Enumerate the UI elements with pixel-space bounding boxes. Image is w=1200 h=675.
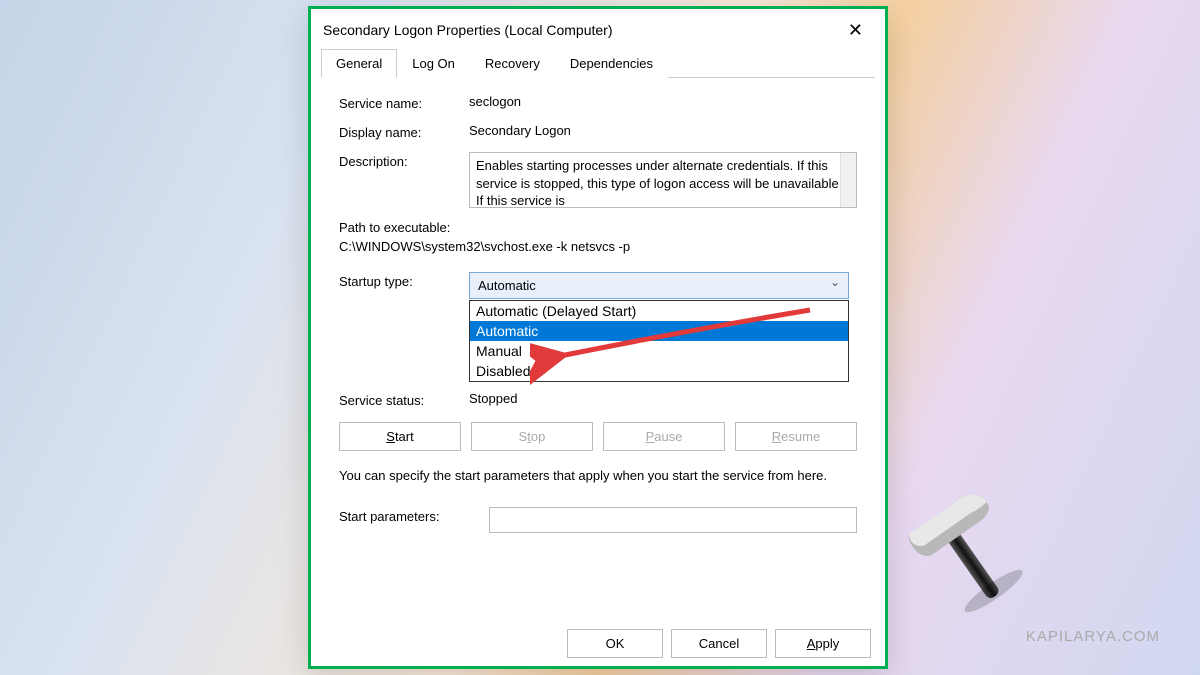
description-scrollbar[interactable] (840, 153, 856, 207)
tab-dependencies[interactable]: Dependencies (555, 49, 668, 78)
label-startup-type: Startup type: (339, 272, 469, 289)
window-title: Secondary Logon Properties (Local Comput… (323, 22, 613, 38)
start-button[interactable]: Start (339, 422, 461, 451)
stop-button[interactable]: Stop (471, 422, 593, 451)
apply-button[interactable]: Apply (775, 629, 871, 658)
resume-button[interactable]: Resume (735, 422, 857, 451)
dropdown-option-automatic[interactable]: Automatic (470, 321, 848, 341)
label-service-status: Service status: (339, 391, 469, 408)
close-icon[interactable]: ✕ (838, 17, 873, 43)
label-path: Path to executable: (339, 220, 857, 235)
titlebar: Secondary Logon Properties (Local Comput… (311, 9, 885, 49)
label-display-name: Display name: (339, 123, 469, 140)
hammer-icon (890, 475, 1040, 625)
dropdown-option-disabled[interactable]: Disabled (470, 361, 848, 381)
tab-recovery[interactable]: Recovery (470, 49, 555, 78)
tab-logon[interactable]: Log On (397, 49, 470, 78)
ok-button[interactable]: OK (567, 629, 663, 658)
label-service-name: Service name: (339, 94, 469, 111)
value-path: C:\WINDOWS\system32\svchost.exe -k netsv… (339, 239, 857, 254)
value-service-status: Stopped (469, 391, 857, 406)
description-box: Enables starting processes under alterna… (469, 152, 857, 208)
label-description: Description: (339, 152, 469, 169)
label-start-parameters: Start parameters: (339, 507, 489, 524)
tab-content: Service name: seclogon Display name: Sec… (311, 78, 885, 555)
startup-type-select[interactable]: Automatic (469, 272, 849, 299)
pause-button[interactable]: Pause (603, 422, 725, 451)
value-service-name: seclogon (469, 94, 857, 109)
dropdown-option-manual[interactable]: Manual (470, 341, 848, 361)
watermark-text: KAPILARYA.COM (1026, 628, 1160, 645)
start-parameters-input[interactable] (489, 507, 857, 533)
cancel-button[interactable]: Cancel (671, 629, 767, 658)
tab-strip: General Log On Recovery Dependencies (311, 49, 885, 78)
startup-type-dropdown: Automatic (Delayed Start) Automatic Manu… (469, 300, 849, 382)
properties-dialog: Secondary Logon Properties (Local Comput… (308, 6, 888, 669)
value-description: Enables starting processes under alterna… (476, 158, 842, 208)
tab-general[interactable]: General (321, 49, 397, 78)
parameters-note: You can specify the start parameters tha… (339, 467, 857, 485)
dialog-footer: OK Cancel Apply (567, 629, 871, 658)
value-display-name: Secondary Logon (469, 123, 857, 138)
dropdown-option-delayed[interactable]: Automatic (Delayed Start) (470, 301, 848, 321)
